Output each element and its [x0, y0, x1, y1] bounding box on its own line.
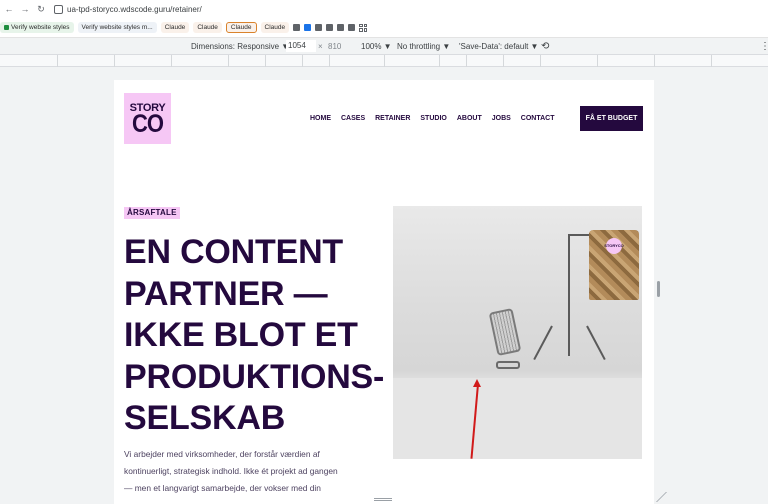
- nav-studio[interactable]: STUDIO: [420, 115, 446, 122]
- extension-icon-2[interactable]: [304, 24, 312, 31]
- zoom-select[interactable]: 100% ▼: [361, 42, 392, 51]
- extension-icon-6[interactable]: [348, 24, 356, 31]
- extension-icon-5[interactable]: [337, 24, 345, 31]
- fan-icon: [488, 307, 522, 357]
- width-input[interactable]: 1054: [286, 40, 316, 52]
- logo-line-co: CO: [132, 108, 164, 138]
- nav-cases[interactable]: CASES: [341, 115, 365, 122]
- throttling-select[interactable]: No throttling ▼: [397, 42, 450, 51]
- apps-grid-icon[interactable]: [359, 23, 368, 32]
- hero-title: EN CONTENT PARTNER — IKKE BLOT ET PRODUK…: [124, 232, 394, 440]
- nav-about[interactable]: ABOUT: [457, 115, 482, 122]
- address-bar: ← → ↻ ua-tpd-storyco.wdscode.guru/retain…: [0, 0, 768, 18]
- rotate-icon[interactable]: ⟲: [541, 41, 549, 52]
- shirt-logo-badge: STORY CO: [604, 238, 624, 254]
- hero-title-line: SELSKAB: [124, 399, 286, 437]
- category-badge: ÅRSAFTALE: [124, 207, 180, 219]
- times-sign: ×: [318, 41, 323, 51]
- main-nav: HOME CASES RETAINER STUDIO ABOUT JOBS CO…: [310, 115, 555, 122]
- hero-body: Vi arbejder med virksomheder, der forstå…: [124, 446, 386, 497]
- image-floor: [393, 378, 642, 459]
- back-icon[interactable]: ←: [2, 2, 16, 16]
- forward-icon[interactable]: →: [18, 2, 32, 16]
- bookmark-claude-3[interactable]: Claude: [225, 22, 257, 33]
- extension-icon-1[interactable]: [293, 24, 301, 31]
- hero-body-line: — men et langvarigt samarbejde, der voks…: [124, 483, 321, 493]
- more-options-icon[interactable]: ⋮: [760, 41, 768, 52]
- c-stand-pole: [568, 234, 570, 356]
- fan-base: [496, 361, 520, 369]
- nav-jobs[interactable]: JOBS: [492, 115, 511, 122]
- hero-body-line: Vi arbejder med virksomheder, der forstå…: [124, 449, 320, 459]
- c-stand-leg: [586, 325, 606, 361]
- hero-title-line: IKKE BLOT ET: [124, 316, 358, 354]
- hero-image: STORY CO: [393, 206, 642, 459]
- site-settings-icon[interactable]: [54, 4, 63, 14]
- bookmark-claude-1[interactable]: Claude: [160, 22, 190, 33]
- site-logo[interactable]: STORY CO: [124, 93, 171, 144]
- c-stand-leg: [533, 325, 553, 361]
- bookmark-claude-4[interactable]: Claude: [260, 22, 290, 33]
- hero-title-line: EN CONTENT: [124, 233, 344, 271]
- bookmark-claude-2[interactable]: Claude: [193, 22, 222, 33]
- hero-title-line: PRODUKTIONS-: [124, 357, 385, 396]
- url-field[interactable]: ua-tpd-storyco.wdscode.guru/retainer/: [54, 4, 202, 14]
- nav-retainer[interactable]: RETAINER: [375, 115, 410, 122]
- right-resize-handle[interactable]: [657, 281, 660, 297]
- nav-contact[interactable]: CONTACT: [521, 115, 555, 122]
- bottom-resize-handle[interactable]: [374, 498, 392, 501]
- hero-title-line: PARTNER —: [124, 274, 328, 313]
- save-data-select[interactable]: 'Save-Data': default ▼: [459, 42, 538, 51]
- device-toolbar: Dimensions: Responsive ▼ 1054 × 810 100%…: [0, 38, 768, 55]
- bookmarks-bar: Verify website styles Verify website sty…: [0, 18, 768, 38]
- get-budget-button[interactable]: FÅ ET BUDGET: [580, 106, 643, 131]
- hero-body-line: kontinuerligt, strategisk indhold. Ikke …: [124, 466, 338, 476]
- height-input[interactable]: 810: [328, 42, 341, 51]
- dimensions-select[interactable]: Dimensions: Responsive ▼: [191, 42, 289, 51]
- bookmark-verify-1[interactable]: Verify website styles: [0, 22, 74, 33]
- media-query-ruler[interactable]: [0, 55, 768, 67]
- bookmark-verify-2[interactable]: Verify website styles m...: [77, 22, 157, 33]
- extension-icon-3[interactable]: [315, 24, 323, 31]
- reload-icon[interactable]: ↻: [34, 2, 48, 16]
- page-viewport: STORY CO HOME CASES RETAINER STUDIO ABOU…: [114, 80, 654, 504]
- extension-icon-4[interactable]: [326, 24, 334, 31]
- nav-home[interactable]: HOME: [310, 115, 331, 122]
- url-text: ua-tpd-storyco.wdscode.guru/retainer/: [67, 4, 202, 14]
